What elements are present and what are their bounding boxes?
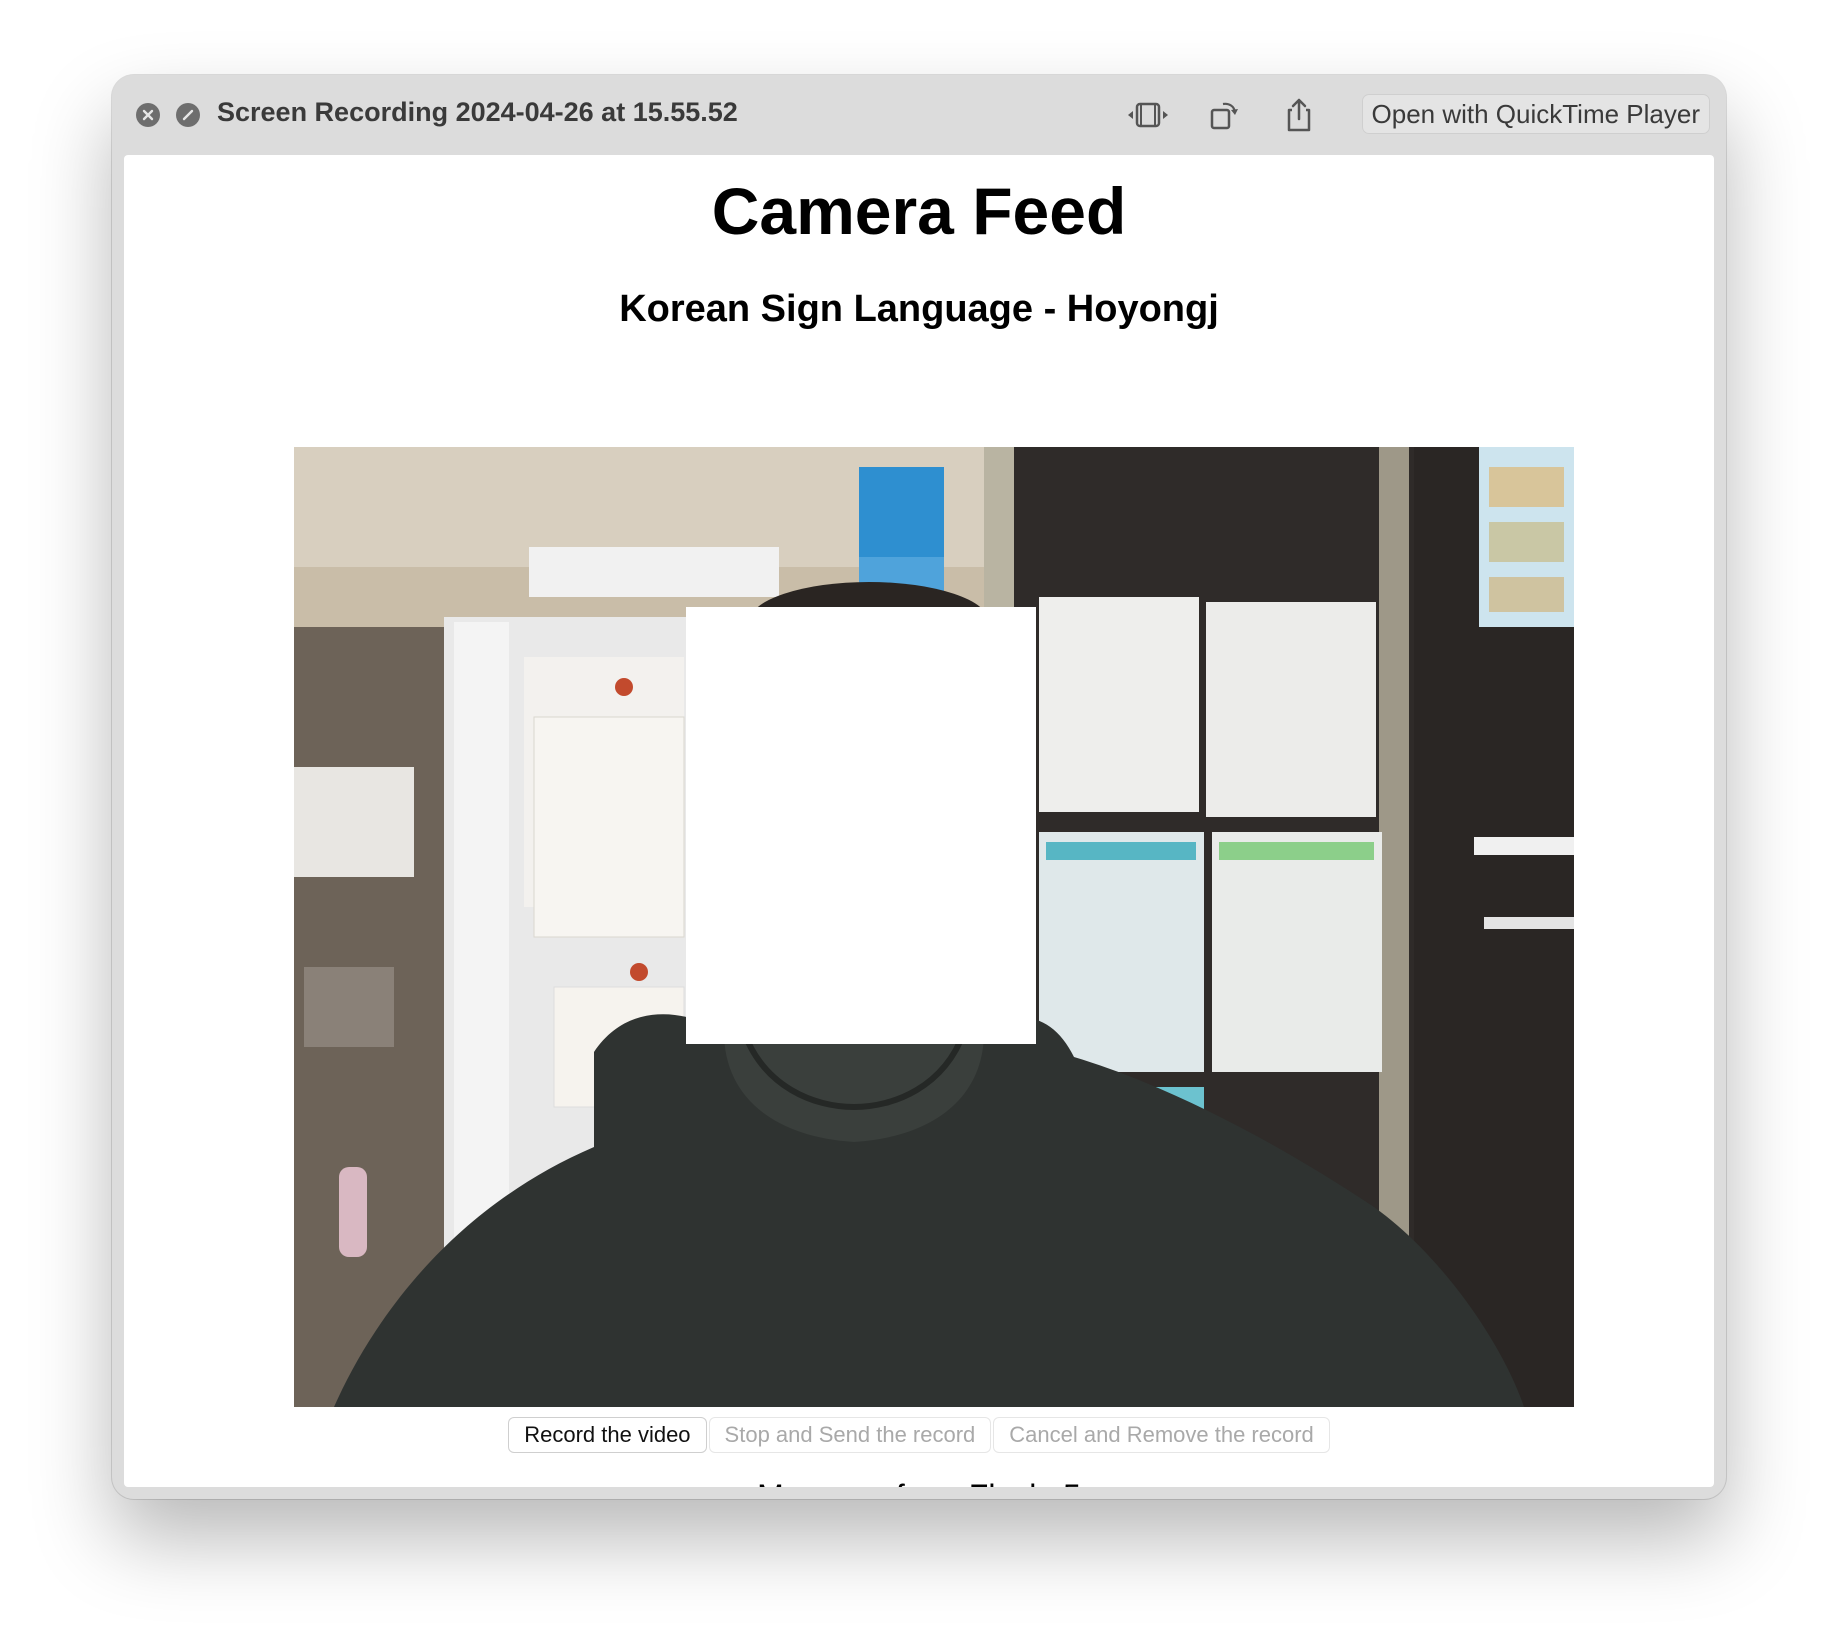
page-subtitle: Korean Sign Language - Hoyongj <box>619 288 1219 330</box>
quicklook-window: Screen Recording 2024-04-26 at 15.55.52 … <box>112 75 1726 1499</box>
page-title: Camera Feed <box>711 174 1127 248</box>
record-video-button[interactable]: Record the video <box>509 1418 706 1452</box>
rotate-icon[interactable] <box>1202 95 1246 135</box>
camera-feed-image <box>294 447 1574 1407</box>
video-frame: Camera Feed Korean Sign Language - Hoyon… <box>124 155 1714 1487</box>
share-icon[interactable] <box>1277 95 1321 135</box>
no-entry-icon[interactable] <box>176 103 200 127</box>
title-bar: Screen Recording 2024-04-26 at 15.55.52 … <box>112 75 1726 155</box>
recording-controls: Record the video Stop and Send the recor… <box>124 1418 1714 1452</box>
stop-and-send-button[interactable]: Stop and Send the record <box>709 1418 991 1452</box>
flask-message: Message from Flask: 5 <box>124 1478 1714 1487</box>
trim-icon[interactable] <box>1126 95 1170 135</box>
cancel-and-remove-button[interactable]: Cancel and Remove the record <box>994 1418 1329 1452</box>
window-title: Screen Recording 2024-04-26 at 15.55.52 <box>217 97 738 127</box>
open-with-quicktime-button[interactable]: Open with QuickTime Player <box>1361 94 1710 134</box>
close-icon[interactable] <box>136 103 160 127</box>
